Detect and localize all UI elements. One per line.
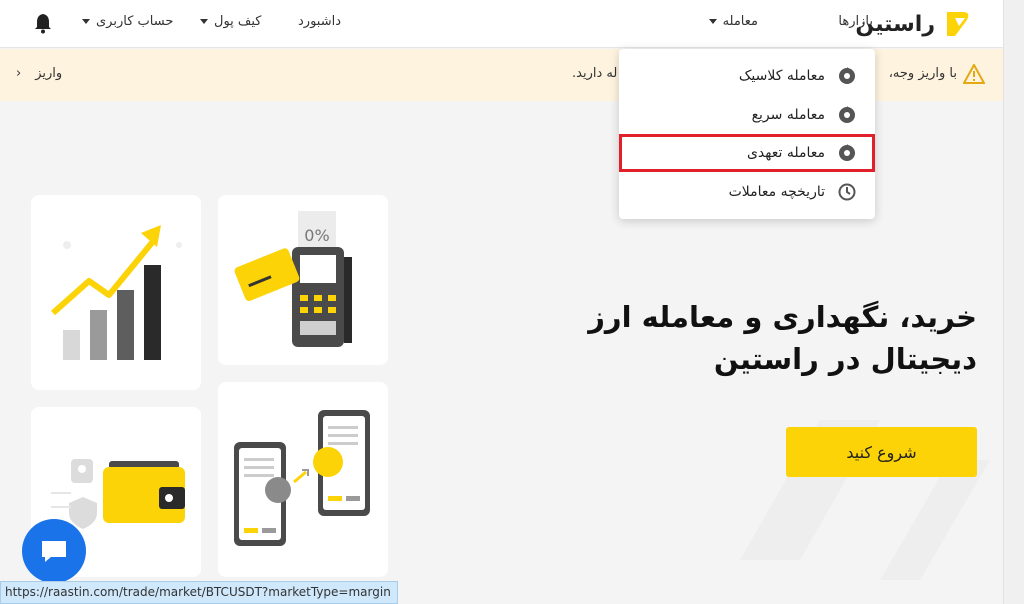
menu-item-trade-history[interactable]: تاریخچه معاملات <box>619 173 875 211</box>
discount-label: 0% <box>304 226 329 245</box>
nav-trade[interactable]: معامله <box>708 14 758 29</box>
page-scrollbar[interactable] <box>1003 0 1024 604</box>
nav-markets-label: بازارها <box>838 14 873 29</box>
chevron-down-icon <box>708 19 717 24</box>
get-started-button[interactable]: شروع کنید <box>786 427 977 477</box>
trade-icon <box>839 106 855 123</box>
history-icon <box>838 183 856 201</box>
menu-item-margin-trade[interactable]: معامله تعهدی <box>619 134 875 172</box>
menu-item-label: معامله تعهدی <box>746 145 825 161</box>
chevron-down-icon <box>82 19 90 24</box>
notice-text-partial: له دارید. <box>572 66 618 81</box>
trade-icon <box>839 67 855 84</box>
card-phone-transfer <box>218 382 388 577</box>
menu-item-label: تاریخچه معاملات <box>728 184 825 200</box>
menu-item-classic-trade[interactable]: معامله کلاسیک <box>619 57 875 95</box>
menu-item-label: معامله کلاسیک <box>738 68 825 84</box>
nav-dashboard[interactable]: داشبورد <box>298 14 341 29</box>
chevron-right-icon: › <box>16 66 22 81</box>
phone-transfer-illustration <box>234 410 370 546</box>
growth-chart-illustration <box>51 225 182 360</box>
trade-dropdown-menu: معامله کلاسیک معامله سریع معامله تعهدی ت… <box>619 49 875 219</box>
menu-item-label: معامله سریع <box>751 107 825 123</box>
top-navbar: راستین بازارها معامله داشبورد کیف پول حس… <box>0 0 1003 48</box>
nav-wallet-label: کیف پول <box>214 14 262 29</box>
chat-bubble-icon <box>42 541 66 562</box>
logo[interactable]: راستین <box>855 8 975 40</box>
deposit-link-label: واریز <box>35 66 63 81</box>
deposit-link[interactable]: › واریز <box>16 66 62 81</box>
hero-title-line2: دیجیتال در راستین <box>713 342 977 376</box>
card-growth-chart <box>31 195 201 390</box>
status-bar-url: https://raastin.com/trade/market/BTCUSDT… <box>0 581 398 604</box>
pos-terminal-illustration: 0% <box>234 211 352 347</box>
chat-button[interactable] <box>22 519 86 583</box>
bell-icon[interactable] <box>32 12 54 34</box>
nav-wallet[interactable]: کیف پول <box>200 14 261 29</box>
hero-title-line1: خرید، نگهداری و معامله ارز <box>588 300 977 334</box>
chevron-down-icon <box>200 19 208 24</box>
background-watermark <box>740 420 990 580</box>
logo-mark-icon <box>947 12 969 36</box>
nav-account-label: حساب کاربری <box>96 14 174 29</box>
notice-text: با واریز وجه، <box>888 66 957 81</box>
warning-icon <box>963 64 985 84</box>
menu-item-quick-trade[interactable]: معامله سریع <box>619 96 875 134</box>
card-pos-terminal: 0% <box>218 195 388 365</box>
nav-dashboard-label: داشبورد <box>298 14 341 29</box>
nav-account[interactable]: حساب کاربری <box>82 14 173 29</box>
nav-markets[interactable]: بازارها <box>838 14 873 29</box>
hero-title: خرید، نگهداری و معامله ارز دیجیتال در را… <box>557 296 977 380</box>
nav-trade-label: معامله <box>722 14 758 29</box>
trade-icon <box>839 144 855 161</box>
